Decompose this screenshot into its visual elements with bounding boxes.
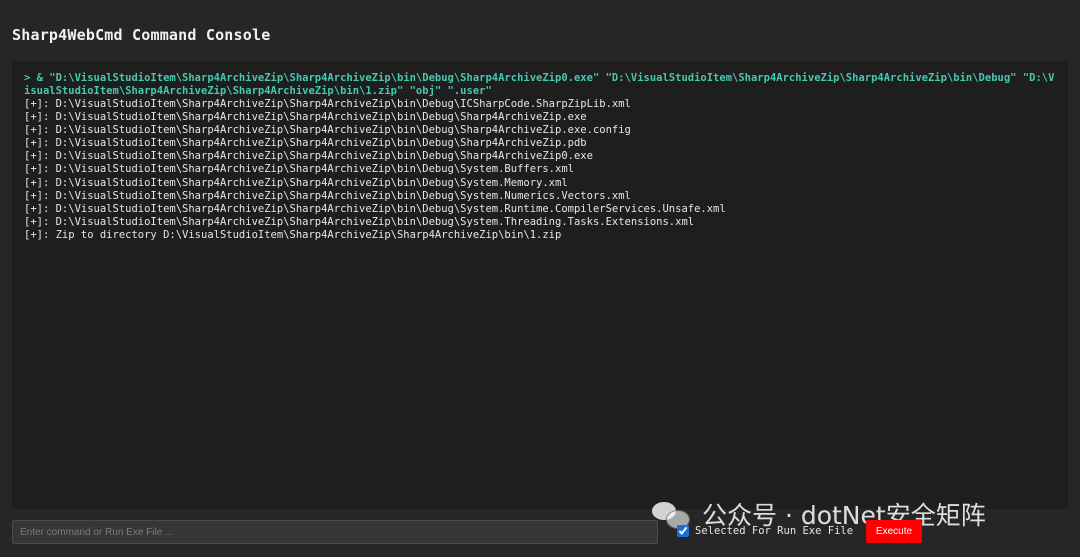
console-app: Sharp4WebCmd Command Console > & "D:\Vis… [0, 0, 1080, 557]
page-title: Sharp4WebCmd Command Console [12, 26, 271, 44]
output-line: [+]: D:\VisualStudioItem\Sharp4ArchiveZi… [24, 98, 631, 110]
output-line: [+]: D:\VisualStudioItem\Sharp4ArchiveZi… [24, 176, 568, 189]
run-exe-option[interactable]: Selected For Run Exe File [677, 525, 853, 537]
output-line: [+]: D:\VisualStudioItem\Sharp4ArchiveZi… [24, 137, 587, 150]
output-line: [+]: Zip to directory D:\VisualStudioIte… [24, 228, 562, 241]
output-line: [+]: D:\VisualStudioItem\Sharp4ArchiveZi… [24, 111, 587, 124]
executed-command: > & "D:\VisualStudioItem\Sharp4ArchiveZi… [24, 72, 1055, 97]
output-line: [+]: D:\VisualStudioItem\Sharp4ArchiveZi… [24, 202, 726, 215]
output-line: [+]: D:\VisualStudioItem\Sharp4ArchiveZi… [24, 189, 631, 202]
output-line: [+]: D:\VisualStudioItem\Sharp4ArchiveZi… [24, 163, 574, 176]
run-exe-label: Selected For Run Exe File [695, 525, 854, 537]
output-list: [+]: D:\VisualStudioItem\Sharp4ArchiveZi… [24, 98, 1056, 242]
run-exe-checkbox[interactable] [677, 525, 689, 537]
command-input[interactable] [12, 520, 658, 544]
output-line: [+]: D:\VisualStudioItem\Sharp4ArchiveZi… [24, 150, 593, 163]
output-line: [+]: D:\VisualStudioItem\Sharp4ArchiveZi… [24, 215, 695, 228]
output-line: [+]: D:\VisualStudioItem\Sharp4ArchiveZi… [24, 124, 631, 137]
console-output[interactable]: > & "D:\VisualStudioItem\Sharp4ArchiveZi… [12, 61, 1068, 509]
execute-button[interactable]: Execute [866, 520, 922, 543]
